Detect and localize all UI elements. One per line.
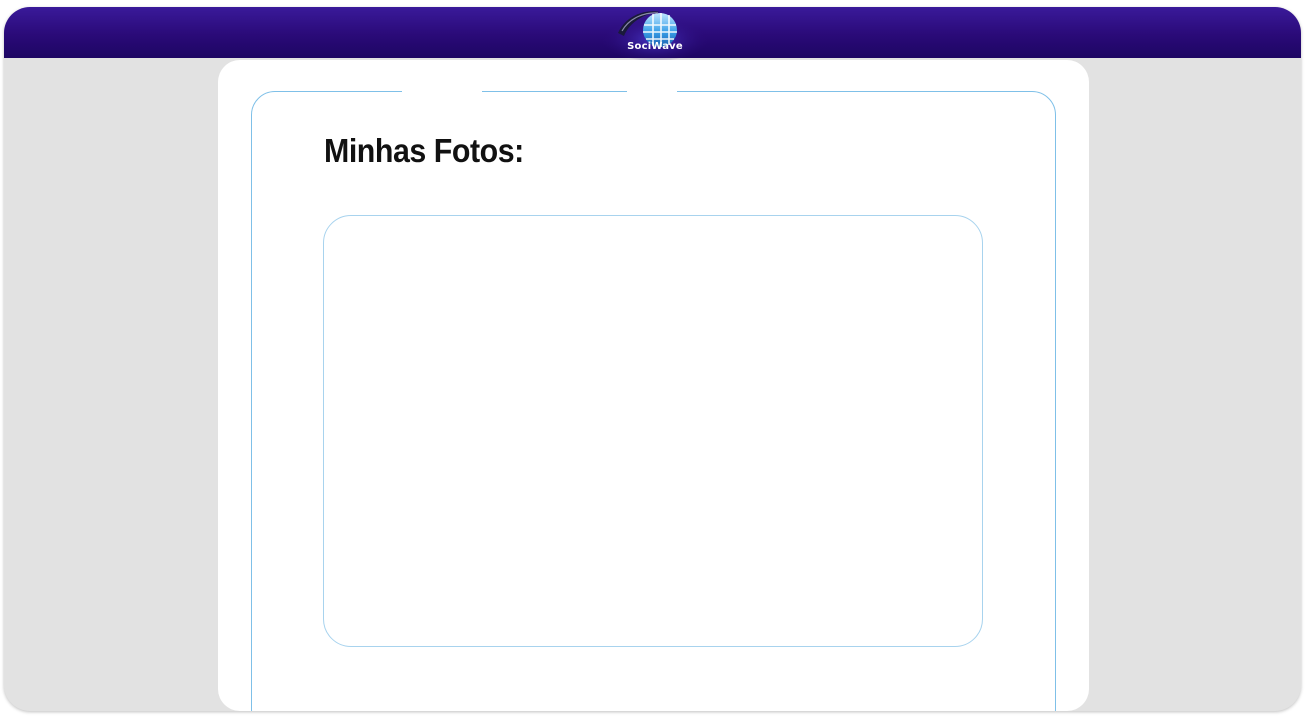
top-bar: SociWave (4, 7, 1301, 61)
panel-tab-gap (627, 89, 677, 93)
brand-logo[interactable]: SociWave (600, 7, 710, 61)
globe-logo-icon (601, 11, 709, 61)
page-title: Minhas Fotos: (324, 132, 524, 169)
photo-gallery[interactable] (323, 215, 983, 647)
content-card: Minhas Fotos: (218, 60, 1089, 711)
panel-tab-gap (402, 89, 482, 93)
brand-name: SociWave (627, 41, 683, 52)
photos-panel: Minhas Fotos: (251, 89, 1056, 711)
app-frame: SociWave Minhas Fotos: (4, 7, 1301, 711)
